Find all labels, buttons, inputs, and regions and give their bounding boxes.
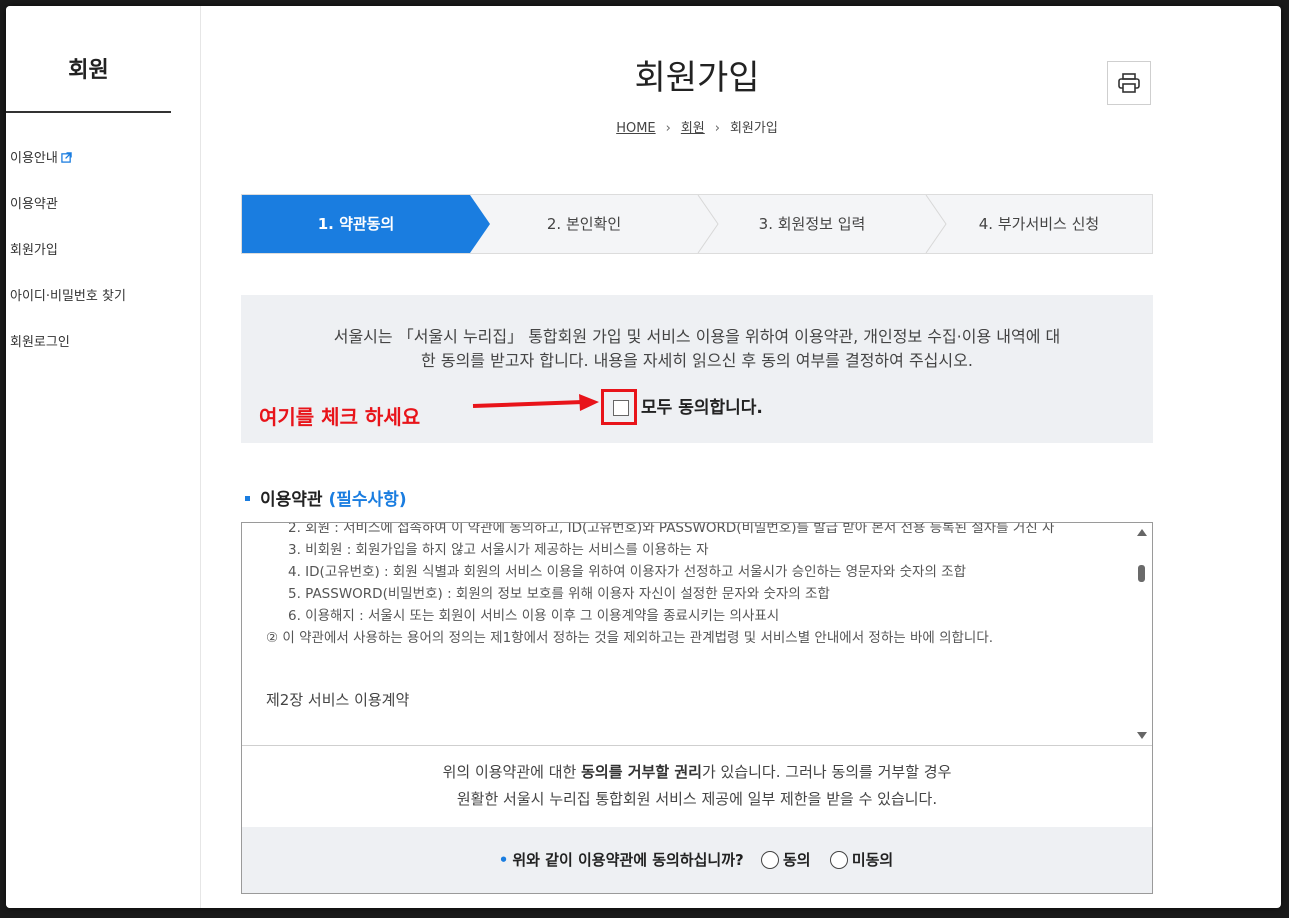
terms-line: 4. ID(고유번호) : 회원 식별과 회원의 서비스 이용을 위하여 이용자… (288, 564, 967, 580)
sidebar-item-label: 이용안내 (10, 151, 58, 166)
terms-line: 2. 회원 : 서비스에 접속하여 이 약관에 동의하고, ID(고유번호)와 … (288, 523, 1055, 536)
breadcrumb: HOME › 회원 › 회원가입 (241, 117, 1153, 136)
terms-clause: ② 이 약관에서 사용하는 용어의 정의는 제1항에서 정하는 것을 제외하고는… (266, 630, 994, 646)
terms-consent-question: • 위와 같이 이용약관에 동의하십니까? 동의 미동의 (242, 827, 1152, 893)
bullet-dot-icon: • (498, 851, 509, 869)
agree-all-box: 서울시는 「서울시 누리집」 통합회원 가입 및 서비스 이용을 위하여 이용약… (241, 295, 1153, 443)
terms-line: 5. PASSWORD(비밀번호) : 회원의 정보 보호를 위해 이용자 자신… (288, 586, 830, 602)
sidebar-title: 회원 (68, 58, 109, 83)
agree-radio-label[interactable]: 동의 (783, 851, 811, 869)
agree-all-checkbox[interactable] (613, 400, 629, 416)
sidebar-divider (6, 111, 171, 113)
page-title: 회원가입 (634, 58, 760, 98)
breadcrumb-home[interactable]: HOME (616, 121, 655, 136)
terms-line: 3. 비회원 : 회원가입을 하지 않고 서울시가 제공하는 서비스를 이용하는… (288, 542, 709, 558)
chevron-right-icon: › (714, 121, 720, 136)
agree-all-label[interactable]: 모두 동의합니다. (641, 393, 763, 418)
disagree-radio-label[interactable]: 미동의 (852, 851, 893, 869)
checkbox-highlight (601, 389, 637, 425)
agree-description-line1: 서울시는 「서울시 누리집」 통합회원 가입 및 서비스 이용을 위하여 이용약… (333, 327, 1061, 346)
required-label: (필수사항) (328, 490, 407, 510)
browser-frame: 회원 이용안내 이용약관 회원가입 아이디·비밀번호 찾기 회원로그인 회원가입… (6, 6, 1281, 908)
terms-scroll-area[interactable]: 2. 회원 : 서비스에 접속하여 이 약관에 동의하고, ID(고유번호)와 … (242, 523, 1152, 746)
breadcrumb-current: 회원가입 (729, 121, 778, 136)
sidebar-item-guide[interactable]: 이용안내 (10, 147, 72, 166)
step-identity-verification[interactable]: 2. 본인확인 (470, 195, 698, 253)
notice-text: 위의 이용약관에 대한 (442, 763, 582, 781)
disagree-radio[interactable] (829, 851, 848, 869)
consent-question-text: 위와 같이 이용약관에 동의하십니까? (512, 851, 744, 869)
chevron-right-icon: › (665, 121, 671, 136)
refusal-notice-line1: 위의 이용약관에 대한 동의를 거부할 권리가 있습니다. 그러나 동의를 거부… (242, 759, 1152, 786)
annotation-arrow-icon (472, 394, 599, 411)
breadcrumb-member[interactable]: 회원 (681, 121, 705, 136)
agree-description-line2: 한 동의를 받고자 합니다. 내용을 자세히 읽으신 후 동의 여부를 결정하여… (421, 351, 973, 370)
sidebar: 회원 이용안내 이용약관 회원가입 아이디·비밀번호 찾기 회원로그인 (6, 6, 201, 908)
scroll-up-icon[interactable] (1137, 529, 1147, 536)
signup-steps: 1. 약관동의 2. 본인확인 3. 회원정보 입력 4. 부가서비스 신청 (241, 194, 1153, 254)
scroll-down-icon[interactable] (1137, 732, 1147, 739)
step-extra-services[interactable]: 4. 부가서비스 신청 (926, 195, 1152, 253)
sidebar-item-signup[interactable]: 회원가입 (10, 239, 58, 258)
sidebar-item-login[interactable]: 회원로그인 (10, 331, 70, 350)
refusal-notice-line2: 원활한 서울시 누리집 통합회원 서비스 제공에 일부 제한을 받을 수 있습니… (456, 790, 938, 808)
terms-title-text: 이용약관 (260, 490, 323, 510)
sidebar-item-find-id-password[interactable]: 아이디·비밀번호 찾기 (10, 285, 126, 304)
step-terms-agreement[interactable]: 1. 약관동의 (242, 195, 470, 253)
step-member-info[interactable]: 3. 회원정보 입력 (698, 195, 926, 253)
terms-content: 2. 회원 : 서비스에 접속하여 이 약관에 동의하고, ID(고유번호)와 … (266, 523, 1126, 711)
notice-bold: 동의를 거부할 권리 (581, 763, 702, 781)
print-button[interactable] (1107, 61, 1151, 105)
notice-text: 가 있습니다. 그러나 동의를 거부할 경우 (701, 763, 952, 781)
scrollbar-thumb[interactable] (1138, 565, 1145, 582)
terms-scrollbar[interactable] (1136, 529, 1148, 739)
check-here-annotation: 여기를 체크 하세요 (259, 405, 421, 429)
terms-chapter-heading: 제2장 서비스 이용계약 (266, 691, 410, 709)
agree-radio[interactable] (760, 851, 779, 869)
main-content: 회원가입 HOME › 회원 › 회원가입 1. 약관동의 2. 본인확인 3. 회원정… (201, 6, 1281, 908)
bullet-square-icon (245, 496, 250, 501)
external-link-icon (61, 152, 72, 163)
consent-row: • 위와 같이 이용약관에 동의하십니까? 동의 미동의 (242, 849, 1152, 870)
print-icon (1118, 73, 1140, 93)
terms-section-title: 이용약관 (필수사항) (245, 485, 407, 510)
sidebar-item-terms[interactable]: 이용약관 (10, 193, 58, 212)
terms-box: 2. 회원 : 서비스에 접속하여 이 약관에 동의하고, ID(고유번호)와 … (241, 522, 1153, 894)
refusal-notice: 위의 이용약관에 대한 동의를 거부할 권리가 있습니다. 그러나 동의를 거부… (242, 759, 1152, 813)
terms-line: 6. 이용해지 : 서울시 또는 회원이 서비스 이용 이후 그 이용계약을 종… (288, 608, 780, 624)
agree-description: 서울시는 「서울시 누리집」 통합회원 가입 및 서비스 이용을 위하여 이용약… (281, 325, 1113, 373)
